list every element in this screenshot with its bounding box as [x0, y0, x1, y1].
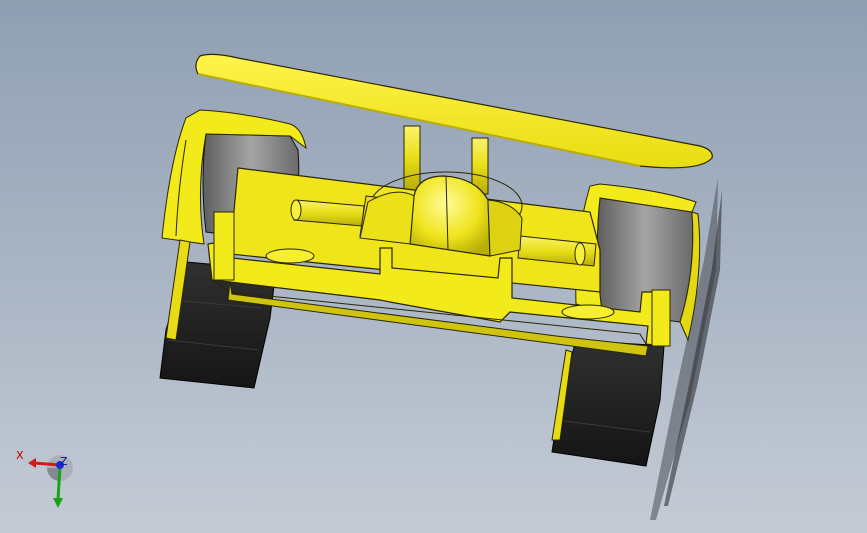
race-car-model[interactable]	[0, 0, 867, 533]
cockpit-dome	[409, 175, 491, 257]
y-axis-arrowhead	[53, 498, 63, 508]
z-axis-label: Z	[60, 455, 68, 468]
graphics-viewport[interactable]: X Z	[0, 0, 867, 533]
x-axis-label: X	[16, 449, 24, 462]
upright-right	[651, 289, 671, 347]
wing-strut-left	[403, 125, 421, 191]
upright-left	[213, 211, 235, 281]
x-axis-arrowhead	[28, 458, 36, 468]
orientation-triad: X Z	[14, 446, 74, 510]
y-axis-arrow	[56, 465, 62, 501]
axle-left-end	[290, 199, 302, 221]
suspension-disc-left	[265, 248, 315, 264]
suspension-disc-right	[561, 304, 615, 320]
axle-right-end	[574, 242, 586, 266]
